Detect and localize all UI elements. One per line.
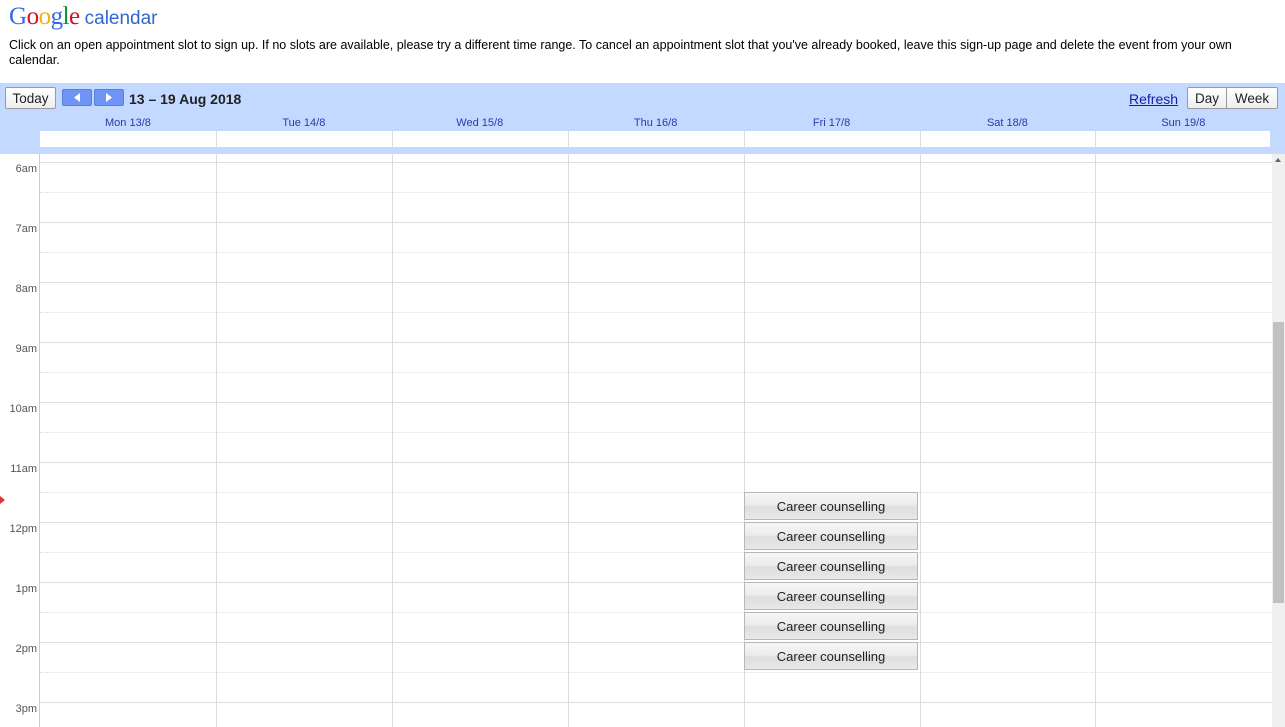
time-label: 10am [9,403,37,415]
half-hour-gridline [40,552,1272,553]
time-gutter: 6am 7am 8am 9am 10am 11am 12pm 1pm 2pm 3pm [0,154,40,727]
chevron-left-icon [74,93,80,102]
next-week-button[interactable] [94,89,124,106]
half-hour-gridline [40,372,1272,373]
day-header-3: Thu 16/8 [633,117,678,129]
time-label: 12pm [9,523,37,535]
appointment-slot[interactable]: Career counselling [744,492,918,520]
scroll-up-arrow-icon[interactable] [1275,158,1281,162]
all-day-separator [743,131,745,147]
day-header-0: Mon 13/8 [105,117,151,129]
appointment-slot[interactable]: Career counselling [744,522,918,550]
day-header-1: Tue 14/8 [282,117,326,129]
appointment-slot[interactable]: Career counselling [744,612,918,640]
half-hour-gridline [40,612,1272,613]
hour-gridline [40,582,1272,583]
hour-gridline [40,162,1272,163]
google-calendar-logo: Google calendar [9,3,158,31]
signup-instructions: Click on an open appointment slot to sig… [9,38,1232,67]
appointment-slot[interactable]: Career counselling [744,552,918,580]
week-grid: 6am 7am 8am 9am 10am 11am 12pm 1pm 2pm 3pm [0,154,1272,727]
time-label: 8am [15,283,37,295]
time-label: 3pm [15,703,37,715]
day-column-divider [919,154,921,727]
grid-scrollbar[interactable] [1272,154,1285,727]
current-time-marker [0,496,5,504]
logo-calendar-text: calendar [84,8,158,29]
appointment-slot[interactable]: Career counselling [744,582,918,610]
time-label: 2pm [15,643,37,655]
day-view-button[interactable]: Day [1187,87,1227,109]
all-day-separator [567,131,569,147]
half-hour-gridline [40,672,1272,673]
today-button[interactable]: Today [5,87,56,109]
hour-gridline [40,342,1272,343]
all-day-row [40,131,1270,147]
day-column-divider [215,154,217,727]
half-hour-gridline [40,492,1272,493]
all-day-separator [1095,131,1097,147]
time-label: 7am [15,223,37,235]
scroll-thumb[interactable] [1273,322,1284,603]
refresh-link[interactable]: Refresh [1129,91,1178,107]
hour-gridline [40,642,1272,643]
day-column-divider [1095,154,1097,727]
day-column-divider [391,154,393,727]
hour-gridline [40,462,1272,463]
appointment-slot[interactable]: Career counselling [744,642,918,670]
half-hour-gridline [40,432,1272,433]
hour-gridline [40,522,1272,523]
all-day-separator [919,131,921,147]
date-range-title: 13 – 19 Aug 2018 [129,91,242,107]
hour-gridline [40,402,1272,403]
day-header-5: Sat 18/8 [986,117,1028,129]
half-hour-gridline [40,192,1272,193]
previous-week-button[interactable] [62,89,92,106]
time-label: 1pm [15,583,37,595]
half-hour-gridline [40,252,1272,253]
calendar-toolbar: Today 13 – 19 Aug 2018 Refresh Day Week [0,83,1285,114]
half-hour-gridline [40,312,1272,313]
logo-google-wordmark: Google [9,3,80,30]
week-view-button[interactable]: Week [1226,87,1278,109]
hour-gridline [40,222,1272,223]
day-header-6: Sun 19/8 [1161,117,1206,129]
all-day-separator [391,131,393,147]
day-column-divider [567,154,569,727]
time-label: 9am [15,343,37,355]
day-header-2: Wed 15/8 [456,117,504,129]
day-header-4: Fri 17/8 [812,117,851,129]
all-day-separator [215,131,217,147]
hour-gridline [40,282,1272,283]
time-label: 6am [15,163,37,175]
time-label: 11am [10,463,37,475]
chevron-right-icon [106,93,112,102]
hour-gridline [40,702,1272,703]
